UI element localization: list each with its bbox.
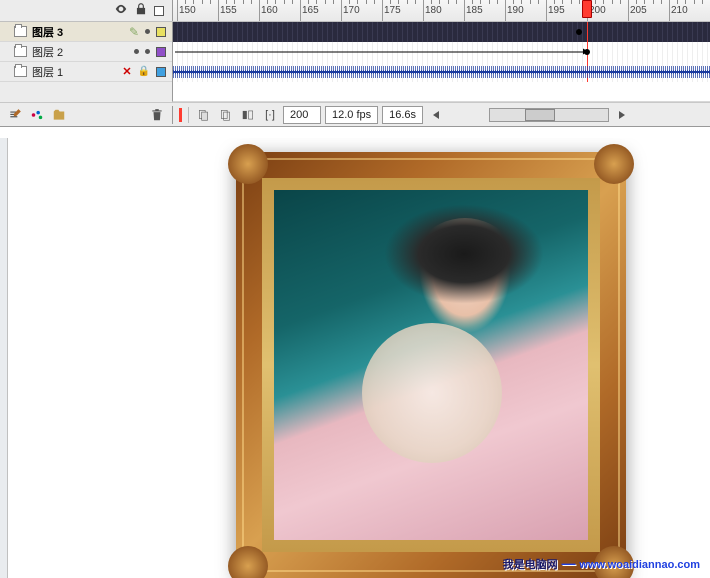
timeline-panel: 1501551601651701751801851901952002052102… [0, 0, 710, 127]
time-readout: 16.6s [382, 106, 423, 124]
panel-collapse-tab[interactable] [0, 138, 8, 578]
layer-type-icon [14, 66, 27, 77]
fps-readout[interactable]: 12.0 fps [325, 106, 378, 124]
new-folder-button[interactable] [50, 106, 68, 124]
layer-row[interactable]: 图层 3 ✎ [0, 22, 710, 42]
rewind-button[interactable] [427, 106, 445, 124]
keyframe-icon[interactable] [576, 29, 582, 35]
layer-track[interactable] [172, 62, 710, 82]
playhead-indicator-icon [179, 108, 182, 122]
pencil-icon: ✎ [129, 25, 139, 39]
lock-icon[interactable]: 🔒 [138, 66, 150, 77]
layer-color-swatch[interactable] [156, 67, 166, 77]
edit-frames-button[interactable] [239, 106, 257, 124]
watermark-text: 我是电脑网 — www.woaidiannao.com [503, 555, 700, 572]
playhead-marker[interactable] [582, 0, 592, 18]
layer-header-icons [0, 0, 172, 21]
motion-tween-arrow [175, 51, 587, 52]
layer-type-icon [14, 46, 27, 57]
layer-row[interactable]: 图层 2 [0, 42, 710, 62]
timeline-scrollbar[interactable] [489, 108, 609, 122]
stage-canvas[interactable]: 我是电脑网 — www.woaidiannao.com [8, 138, 710, 578]
layer-color-swatch[interactable] [156, 27, 166, 37]
empty-track-area [172, 82, 710, 102]
layer-color-swatch[interactable] [156, 47, 166, 57]
layer-name-label: 图层 1 [32, 64, 63, 80]
picture-frame[interactable] [236, 152, 626, 578]
outline-icon[interactable] [154, 6, 164, 16]
frame-mat [262, 178, 600, 552]
layer-row[interactable]: 图层 1 ✕ 🔒 [0, 62, 710, 82]
layer-type-icon [14, 26, 27, 37]
current-frame-readout[interactable]: 200 [283, 106, 321, 124]
delete-layer-button[interactable] [148, 106, 166, 124]
visibility-dot[interactable] [145, 29, 150, 34]
layer-name-label: 图层 3 [32, 24, 63, 40]
portrait-photo [274, 190, 588, 540]
onion-skin-button[interactable] [195, 106, 213, 124]
keyframe-icon[interactable] [584, 49, 590, 55]
onion-outline-button[interactable] [217, 106, 235, 124]
forward-button[interactable] [613, 106, 631, 124]
timeline-footer: [·] 200 12.0 fps 16.6s [0, 102, 710, 126]
eye-icon[interactable] [114, 2, 128, 19]
visibility-dot[interactable] [134, 49, 139, 54]
onion-markers-button[interactable]: [·] [261, 106, 279, 124]
layer-track[interactable] [172, 42, 710, 62]
new-motion-button[interactable] [28, 106, 46, 124]
visibility-dot[interactable] [145, 49, 150, 54]
hidden-icon[interactable]: ✕ [122, 65, 131, 78]
layer-track[interactable] [172, 22, 710, 42]
timeline-ruler[interactable]: 1501551601651701751801851901952002052102… [172, 0, 710, 21]
lock-icon[interactable] [134, 2, 148, 19]
layer-name-label: 图层 2 [32, 44, 63, 60]
new-layer-button[interactable] [6, 106, 24, 124]
audio-waveform [173, 71, 710, 73]
timeline-header: 1501551601651701751801851901952002052102… [0, 0, 710, 22]
stage-area: 我是电脑网 — www.woaidiannao.com [0, 138, 710, 578]
